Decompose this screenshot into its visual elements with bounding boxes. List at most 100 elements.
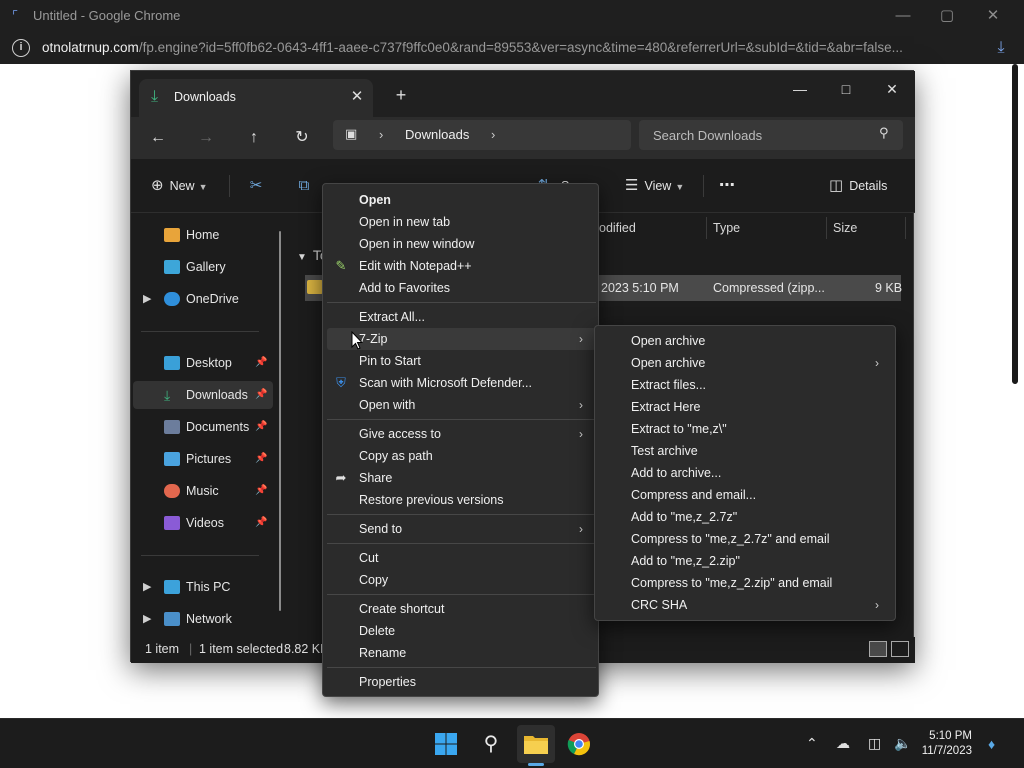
sidebar-scrollbar[interactable]	[279, 231, 281, 611]
pin-icon[interactable]: 📌	[255, 349, 267, 377]
pin-icon[interactable]: 📌	[255, 477, 267, 505]
chrome-address-bar[interactable]: i otnolatrnup.com/fp.engine?id=5ff0fb62-…	[0, 32, 1024, 64]
copy-icon[interactable]: ⧉	[289, 173, 319, 199]
menu-item-create-shortcut[interactable]: Create shortcut	[327, 598, 596, 620]
menu-item-add-to-favorites[interactable]: Add to Favorites	[327, 277, 596, 299]
explorer-address-box[interactable]: ▣ › Downloads ›	[333, 120, 631, 150]
onedrive-tray-icon[interactable]: ☁	[836, 735, 850, 752]
pin-icon[interactable]: 📌	[255, 413, 267, 441]
view-button[interactable]: ☰ View ▼	[625, 173, 684, 199]
menu-item-properties[interactable]: Properties	[327, 671, 596, 693]
chrome-maximize-button[interactable]: ▢	[924, 4, 970, 28]
submenu-item-extract-files[interactable]: Extract files...	[599, 374, 891, 396]
menu-item-open-in-new-tab[interactable]: Open in new tab	[327, 211, 596, 233]
column-header-date-modified[interactable]: odified	[599, 217, 636, 239]
back-arrow-icon[interactable]: ←	[143, 125, 173, 151]
column-header-type[interactable]: Type	[713, 217, 740, 239]
chrome-taskbar-icon[interactable]	[563, 728, 595, 760]
site-info-icon[interactable]: i	[12, 39, 30, 57]
menu-item-copy-as-path[interactable]: Copy as path	[327, 445, 596, 467]
menu-item-pin-to-start[interactable]: Pin to Start	[327, 350, 596, 372]
column-divider[interactable]	[826, 217, 827, 239]
menu-item-open-with[interactable]: Open with ›	[327, 394, 596, 416]
expand-chevron-icon[interactable]: ▶	[143, 573, 151, 601]
explorer-search-box[interactable]: ⚲	[639, 120, 903, 150]
refresh-icon[interactable]: ↻	[287, 125, 317, 151]
search-input[interactable]	[653, 125, 873, 145]
chrome-scrollbar[interactable]	[1012, 64, 1018, 384]
column-header-size[interactable]: Size	[833, 217, 857, 239]
new-button[interactable]: ⊕ New ▼	[151, 173, 208, 199]
explorer-maximize-button[interactable]: □	[823, 75, 869, 103]
menu-item-cut[interactable]: Cut	[327, 547, 596, 569]
submenu-item-add-to-archive[interactable]: Add to archive...	[599, 462, 891, 484]
sidebar-item-onedrive[interactable]: ▶ OneDrive	[133, 285, 273, 313]
submenu-item-add-to-7z[interactable]: Add to "me,z_2.7z"	[599, 506, 891, 528]
menu-item-share[interactable]: ➦ Share	[327, 467, 596, 489]
submenu-item-extract-here[interactable]: Extract Here	[599, 396, 891, 418]
submenu-item-compress-and-email[interactable]: Compress and email...	[599, 484, 891, 506]
tiles-view-icon[interactable]	[891, 641, 909, 657]
details-view-icon[interactable]	[869, 641, 887, 657]
explorer-close-button[interactable]: ✕	[869, 75, 915, 103]
submenu-item-crc-sha[interactable]: CRC SHA ›	[599, 594, 891, 616]
taskbar-search-icon[interactable]: ⚲	[475, 728, 507, 760]
sidebar-item-documents[interactable]: Documents 📌	[133, 413, 273, 441]
menu-item-send-to[interactable]: Send to ›	[327, 518, 596, 540]
breadcrumb[interactable]: Downloads	[405, 127, 469, 142]
download-icon[interactable]: ⤓	[990, 37, 1012, 59]
explorer-minimize-button[interactable]: —	[777, 75, 823, 103]
menu-item-scan-defender[interactable]: ⛨ Scan with Microsoft Defender...	[327, 372, 596, 394]
sidebar-item-music[interactable]: Music 📌	[133, 477, 273, 505]
submenu-item-add-to-zip[interactable]: Add to "me,z_2.zip"	[599, 550, 891, 572]
more-options-icon[interactable]: ⋯	[719, 173, 735, 199]
close-tab-icon[interactable]: ✕	[347, 87, 367, 107]
menu-item-rename[interactable]: Rename	[327, 642, 596, 664]
sidebar-item-desktop[interactable]: Desktop 📌	[133, 349, 273, 377]
sidebar-item-home[interactable]: Home	[133, 221, 273, 249]
chrome-minimize-button[interactable]: —	[880, 4, 926, 28]
network-tray-icon[interactable]: ◫	[868, 735, 881, 752]
up-arrow-icon[interactable]: ↑	[239, 125, 269, 151]
sidebar-item-gallery[interactable]: Gallery	[133, 253, 273, 281]
menu-item-delete[interactable]: Delete	[327, 620, 596, 642]
breadcrumb-chevron-icon[interactable]: ›	[379, 127, 383, 142]
tab-downloads[interactable]: ⤓ Downloads ✕	[139, 79, 373, 117]
column-divider[interactable]	[905, 217, 906, 239]
forward-arrow-icon[interactable]: →	[191, 125, 221, 151]
chrome-close-button[interactable]: ✕	[970, 4, 1016, 28]
menu-item-open[interactable]: Open	[327, 189, 596, 211]
submenu-item-test-archive[interactable]: Test archive	[599, 440, 891, 462]
details-button[interactable]: ◫ Details	[829, 173, 887, 199]
menu-item-edit-with-notepad[interactable]: ✎ Edit with Notepad++	[327, 255, 596, 277]
sidebar-item-this-pc[interactable]: ▶ This PC	[133, 573, 273, 601]
submenu-item-compress-zip-email[interactable]: Compress to "me,z_2.zip" and email	[599, 572, 891, 594]
cut-icon[interactable]: ✂	[241, 173, 271, 199]
sidebar-item-pictures[interactable]: Pictures 📌	[133, 445, 273, 473]
menu-item-7zip[interactable]: 7-Zip ›	[327, 328, 596, 350]
menu-item-restore-previous-versions[interactable]: Restore previous versions	[327, 489, 596, 511]
pin-icon[interactable]: 📌	[255, 381, 267, 409]
notification-bell-icon[interactable]: ♦	[988, 736, 995, 752]
url-text[interactable]: otnolatrnup.com/fp.engine?id=5ff0fb62-06…	[42, 40, 972, 55]
sidebar-item-downloads[interactable]: ⤓ Downloads 📌	[133, 381, 273, 409]
submenu-item-extract-to[interactable]: Extract to "me,z\"	[599, 418, 891, 440]
show-hidden-icons-chevron-icon[interactable]: ⌃	[806, 735, 818, 752]
sidebar-item-videos[interactable]: Videos 📌	[133, 509, 273, 537]
sidebar-item-network[interactable]: ▶ Network	[133, 605, 273, 633]
submenu-item-open-archive-more[interactable]: Open archive ›	[599, 352, 891, 374]
submenu-item-open-archive[interactable]: Open archive	[599, 330, 891, 352]
column-divider[interactable]	[706, 217, 707, 239]
system-clock[interactable]: 5:10 PM 11/7/2023	[892, 729, 972, 759]
pin-icon[interactable]: 📌	[255, 445, 267, 473]
start-windows-icon[interactable]	[430, 728, 462, 760]
menu-item-open-in-new-window[interactable]: Open in new window	[327, 233, 596, 255]
new-tab-button[interactable]: +	[389, 83, 413, 107]
menu-item-extract-all[interactable]: Extract All...	[327, 306, 596, 328]
menu-item-give-access-to[interactable]: Give access to ›	[327, 423, 596, 445]
menu-item-copy[interactable]: Copy	[327, 569, 596, 591]
pin-icon[interactable]: 📌	[255, 509, 267, 537]
breadcrumb-chevron-icon[interactable]: ›	[491, 127, 495, 142]
expand-chevron-icon[interactable]: ▶	[143, 605, 151, 633]
file-explorer-taskbar-icon[interactable]	[520, 728, 552, 760]
